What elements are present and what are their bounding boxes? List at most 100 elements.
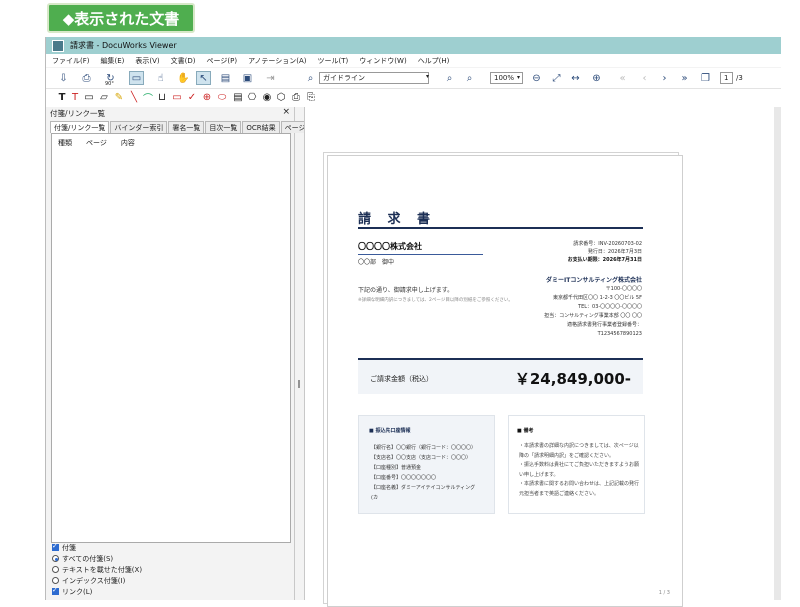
menu-tools[interactable]: ツール(T) [312, 56, 354, 66]
insert-page-icon[interactable]: ⎙ [290, 91, 302, 104]
option-text-notes[interactable]: テキストを載せた付箋(X) [52, 565, 142, 576]
invoice-meta: 請求番号：INV-20260703-02 発行日：2026年7月3日 お支払い期… [568, 240, 642, 264]
save-icon[interactable]: ⇩ [56, 71, 71, 85]
tab-toc[interactable]: 目次一覧 [205, 121, 242, 133]
title-rule [358, 227, 643, 229]
issuer-line: TEL：03-〇〇〇〇-〇〇〇〇 [578, 304, 642, 310]
check-mark-icon[interactable]: ✓ [186, 91, 198, 104]
page-view-icon[interactable]: ❐ [698, 71, 713, 85]
find-next-icon[interactable]: ⌕ [462, 71, 477, 85]
curve-icon[interactable]: ⌒ [142, 91, 154, 105]
zoom-in-icon[interactable]: ⊕ [589, 71, 604, 85]
bracket-icon[interactable]: ⊔ [156, 91, 168, 104]
option-sticky-notes[interactable]: 付箋 [52, 541, 142, 554]
checkbox-icon[interactable] [52, 585, 59, 596]
issuer-line: T1234567890123 [597, 331, 642, 337]
checkbox-icon[interactable] [52, 541, 59, 552]
radio-icon[interactable] [52, 577, 59, 584]
date-stamp-icon[interactable]: ◉ [261, 91, 273, 104]
ellipse-icon[interactable]: ⬭ [216, 91, 228, 104]
fit-width-icon[interactable]: ↔ [568, 71, 583, 85]
tab-signatures[interactable]: 署名一覧 [168, 121, 205, 133]
option-all-notes[interactable]: すべての付箋(S) [52, 554, 142, 565]
option-label: すべての付箋(S) [62, 555, 114, 563]
recipient-company: 〇〇〇〇株式会社 [358, 242, 422, 251]
guide-combo-value: ガイドライン [323, 74, 365, 82]
last-page-icon[interactable]: » [677, 71, 692, 85]
memo-row: ・本請求書の詳細な内訳につきましては、次ページ以降の「請求明細内訳」をご確認くだ… [519, 443, 639, 459]
issuer-block: ダミーITコンサルティング株式会社 〒100-〇〇〇〇 東京都千代田区〇〇 1-… [544, 276, 642, 339]
text-color-icon[interactable]: T [69, 91, 81, 104]
hand-tool-icon[interactable]: ✋ [176, 71, 191, 85]
link-icon[interactable]: ⎔ [246, 91, 258, 104]
page-input[interactable]: 1 [720, 72, 733, 84]
bank-row: 【口座番号】〇〇〇〇〇〇〇 [371, 475, 437, 481]
window-title: 請求書 - DocuWorks Viewer [70, 41, 177, 50]
find-prev-icon[interactable]: ⌕ [442, 71, 457, 85]
annotation-list[interactable]: 種類 ページ 内容 [51, 133, 291, 543]
first-page-icon[interactable]: « [615, 71, 630, 85]
attachment-icon[interactable]: ⎘ [305, 91, 317, 104]
vertical-scrollbar[interactable] [774, 107, 781, 600]
menu-bar: ファイル(F) 編集(E) 表示(V) 文書(D) ページ(P) アノテーション… [46, 54, 781, 67]
touch-icon[interactable]: ☝ [153, 71, 168, 85]
column-page[interactable]: ページ [86, 138, 107, 148]
shape-icon[interactable]: ⬡ [275, 91, 287, 104]
rotate-label: 90° [105, 81, 114, 87]
guide-combo[interactable]: ガイドライン [319, 72, 429, 84]
panel-close-icon[interactable]: × [282, 107, 290, 117]
menu-view[interactable]: 表示(V) [129, 56, 164, 66]
splitter-handle[interactable]: ‖ [297, 379, 301, 388]
prev-page-icon[interactable]: ‹ [637, 71, 652, 85]
print-icon[interactable]: ⎙ [79, 71, 94, 85]
radio-icon[interactable] [52, 566, 59, 573]
tab-annotation-list[interactable]: 付箋/リンク一覧 [50, 121, 110, 133]
zoom-out-icon[interactable]: ⊖ [529, 71, 544, 85]
tag-icon[interactable]: ▱ [98, 91, 110, 104]
column-type[interactable]: 種類 [58, 138, 72, 148]
menu-edit[interactable]: 編集(E) [95, 56, 130, 66]
marker-icon[interactable]: ✎ [113, 91, 125, 104]
fit-page-icon[interactable]: ⤢ [549, 71, 564, 85]
image-icon[interactable]: ▤ [232, 91, 244, 104]
text-annotation-icon[interactable]: T [56, 91, 68, 104]
page-number: 1 / 3 [658, 590, 670, 596]
viewer-window: 請求書 - DocuWorks Viewer ファイル(F) 編集(E) 表示(… [45, 37, 781, 607]
single-page-icon[interactable]: ▭ [129, 71, 144, 85]
option-index-notes[interactable]: インデックス付箋(I) [52, 576, 142, 587]
menu-help[interactable]: ヘルプ(H) [412, 56, 455, 66]
recipient-dept: 〇〇部 御中 [358, 259, 395, 266]
sticky-note-icon[interactable]: ▭ [83, 91, 95, 104]
menu-document[interactable]: 文書(D) [165, 56, 201, 66]
option-label: 付箋 [62, 544, 76, 552]
panel-tabs: 付箋/リンク一覧 バインダー索引 署名一覧 目次一覧 OCR結果 ページ属性 [50, 121, 325, 133]
menu-annotation[interactable]: アノテーション(A) [242, 56, 311, 66]
zoom-combo[interactable]: 100% ▾ [490, 72, 523, 84]
tab-ocr[interactable]: OCR結果 [242, 121, 280, 133]
amount-label: ご請求金額（税込） [370, 375, 433, 383]
menu-window[interactable]: ウィンドウ(W) [353, 56, 411, 66]
document-canvas[interactable]: 請 求 書 〇〇〇〇株式会社 〇〇部 御中 請求番号：INV-20260703-… [304, 107, 775, 607]
filter-options: 付箋 すべての付箋(S) テキストを載せた付箋(X) インデックス付箋(I) リ… [52, 541, 142, 598]
list-header: 種類 ページ 内容 [52, 134, 290, 148]
tab-binder-index[interactable]: バインダー索引 [110, 121, 168, 133]
column-content[interactable]: 内容 [121, 138, 135, 148]
rectangle-icon[interactable]: ▭ [171, 91, 183, 104]
menu-page[interactable]: ページ(P) [201, 56, 243, 66]
text-select-icon[interactable]: ▤ [218, 71, 233, 85]
document-page: 請 求 書 〇〇〇〇株式会社 〇〇部 御中 請求番号：INV-20260703-… [327, 155, 683, 607]
issuer-line: 東京都千代田区〇〇 1-2-3 〇〇ビル 5F [553, 295, 642, 301]
radio-icon[interactable] [52, 555, 59, 562]
export-icon[interactable]: ⇥ [263, 71, 278, 85]
line-icon[interactable]: ╲ [128, 91, 140, 104]
select-tool-icon[interactable]: ↖ [196, 71, 211, 85]
next-page-icon[interactable]: › [657, 71, 672, 85]
menu-file[interactable]: ファイル(F) [46, 56, 95, 66]
search-icon[interactable]: ⌕ [303, 71, 318, 85]
stamp-icon[interactable]: ⊕ [201, 91, 213, 104]
issuer-line: 〒100-〇〇〇〇 [605, 286, 642, 292]
guide-dropdown-icon[interactable]: ▾ [426, 73, 429, 80]
annotation-icon[interactable]: ▣ [240, 71, 255, 85]
option-links[interactable]: リンク(L) [52, 585, 142, 598]
detail-note: ※詳細な明細内訳につきましては、2ページ目以降の別紙をご参照ください。 [358, 298, 513, 303]
